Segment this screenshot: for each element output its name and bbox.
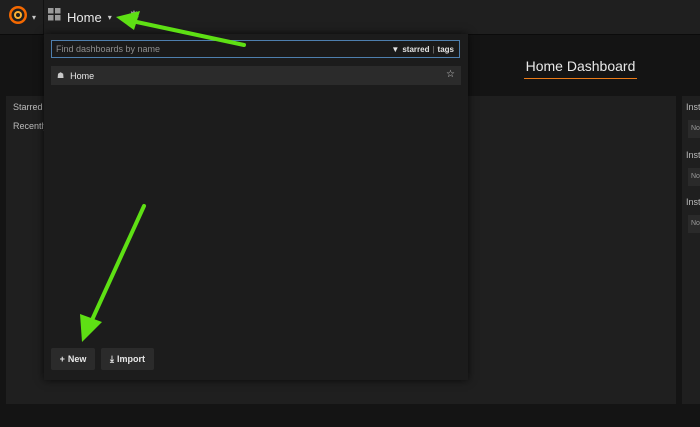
installed-item: No [688,215,700,233]
recently-label: Recently [13,121,49,131]
gear-icon: ⚙ [128,8,140,23]
search-result-item[interactable]: ☗ Home ☆ [51,66,461,85]
search-result-title: Home [70,70,95,81]
filter-separator: | [432,44,435,54]
search-input[interactable] [52,41,392,57]
grafana-menu-button[interactable]: ▾ [0,0,44,34]
home-icon: ☗ [57,71,65,80]
new-button-label: New [67,354,87,364]
star-icon[interactable]: ☆ [446,69,455,80]
import-dashboard-button[interactable]: ⤓ Import [101,348,154,370]
import-button-label: Import [116,354,145,364]
search-filters: ▼ starred | tags [391,45,459,54]
tags-filter-link[interactable]: tags [438,45,454,54]
grid-icon [48,8,61,26]
installed-label: Inst [686,197,700,207]
chevron-down-icon: ▾ [32,12,37,22]
settings-button[interactable]: ⚙ [124,6,144,26]
plus-icon: + [59,354,65,364]
chevron-down-icon: ▾ [107,12,112,22]
top-navbar: ▾ Home ▾ ⚙ [0,0,700,35]
starred-label: Starred [13,102,43,112]
grafana-logo-icon [8,5,28,30]
page-title: Home Dashboard [524,58,637,79]
dashboard-search-dropdown: ▼ starred | tags ☗ Home ☆ + New ⤓ Import [44,34,468,380]
download-icon: ⤓ [110,353,114,364]
search-bar: ▼ starred | tags [51,40,460,58]
installed-item: No [688,120,700,138]
starred-filter-link[interactable]: starred [402,45,429,54]
installed-panel [682,96,700,404]
dashboard-title: Home [67,9,102,25]
new-dashboard-button[interactable]: + New [51,348,95,370]
installed-item: No [688,168,700,186]
dashboard-picker-button[interactable]: Home ▾ [48,0,118,34]
installed-label: Inst [686,150,700,160]
installed-label: Inst [686,102,700,112]
filter-icon: ▼ [391,44,400,54]
